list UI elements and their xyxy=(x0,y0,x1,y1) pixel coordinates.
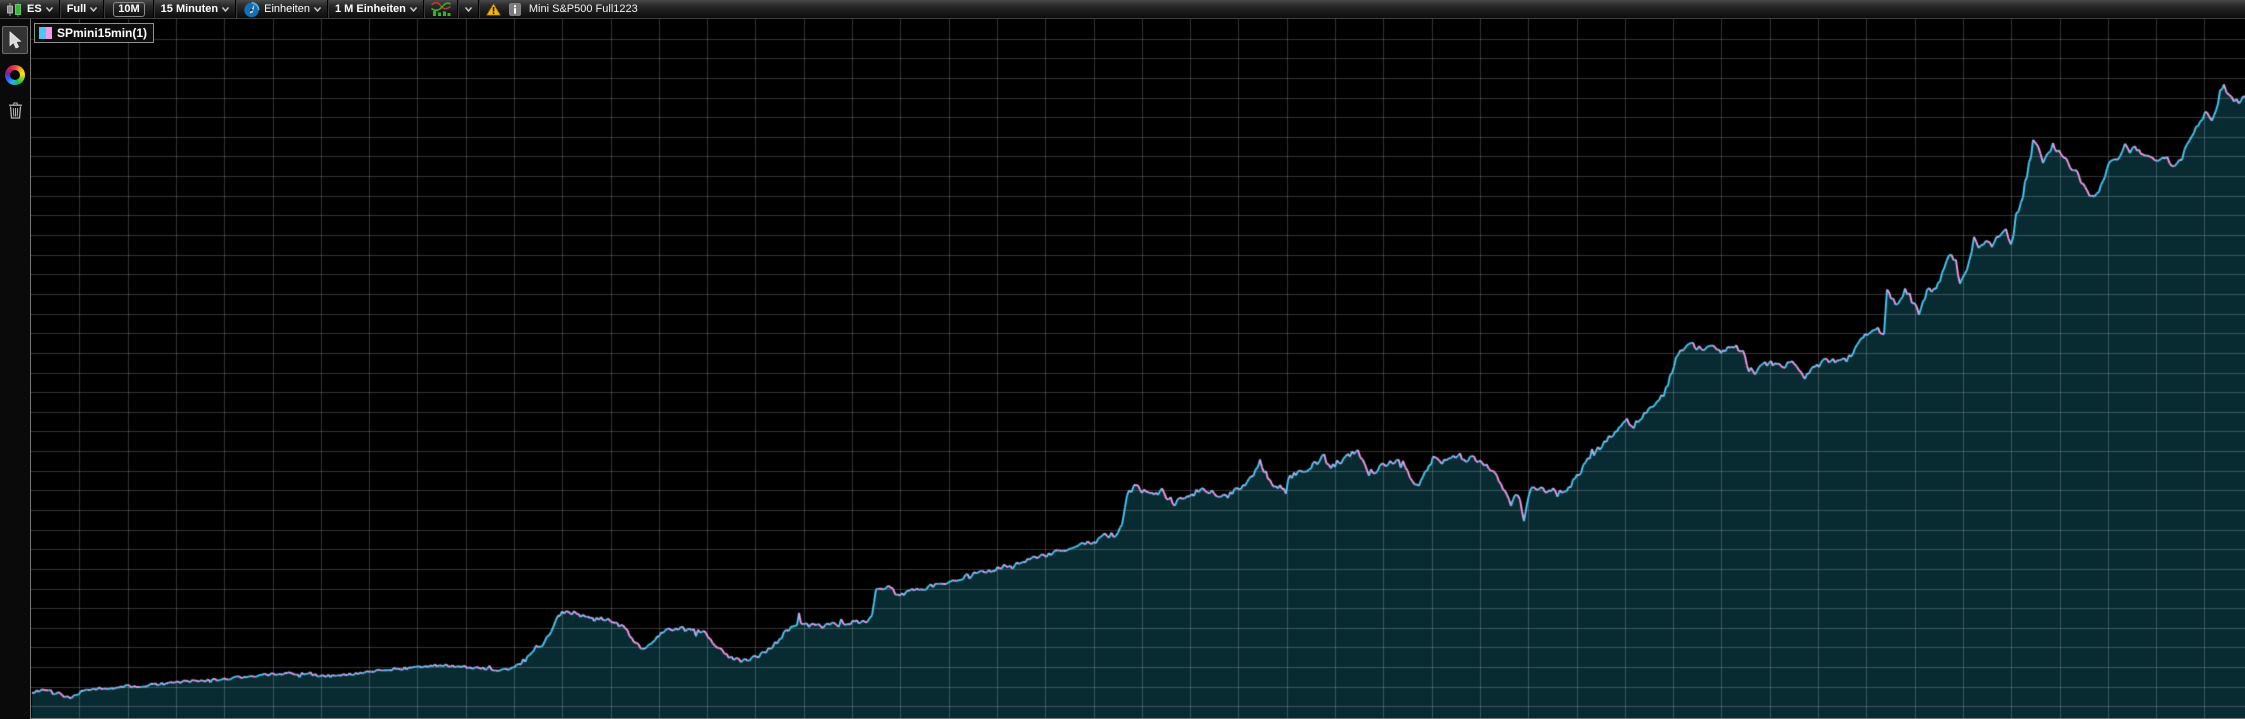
session-label: Full xyxy=(66,3,87,15)
trading-app-window: ES Full 10M 15 Minuten Einheiten 1 M Ein… xyxy=(0,0,2245,719)
pointer-tool-button[interactable] xyxy=(2,26,28,54)
trash-icon xyxy=(8,101,22,119)
symbol-button[interactable]: ES xyxy=(0,0,59,18)
toolbar: ES Full 10M 15 Minuten Einheiten 1 M Ein… xyxy=(0,0,2245,19)
warning-triangle-icon[interactable] xyxy=(485,2,501,16)
chart-window: SPmini15min(1) xyxy=(0,19,2245,719)
chevron-down-icon xyxy=(313,6,321,12)
units-button[interactable]: Einheiten xyxy=(237,0,327,18)
chart-style-dropdown[interactable] xyxy=(459,0,478,18)
series-color-swatch xyxy=(39,27,52,39)
chevron-down-icon xyxy=(45,6,53,12)
volume-units-label: 1 M Einheiten xyxy=(334,3,406,15)
units-label: Einheiten xyxy=(264,3,310,15)
delete-tool-button[interactable] xyxy=(2,96,28,124)
series-label[interactable]: SPmini15min(1) xyxy=(34,23,155,43)
symbol-label: ES xyxy=(27,3,42,15)
chart-style-button[interactable] xyxy=(425,0,457,18)
candlestick-icon xyxy=(6,1,23,17)
instrument-title: Mini S&P500 Full1223 xyxy=(528,3,638,15)
drawing-toolbar xyxy=(0,19,30,719)
color-wheel-tool-button[interactable] xyxy=(2,61,28,89)
chart-style-icon xyxy=(430,1,451,17)
resolution-button[interactable]: 15 Minuten xyxy=(155,0,235,18)
chart-plot-area[interactable]: SPmini15min(1) xyxy=(30,19,2245,719)
range-label: 10M xyxy=(118,3,140,15)
session-button[interactable]: Full xyxy=(61,0,104,18)
pointer-arrow-icon xyxy=(9,31,22,49)
chevron-down-icon xyxy=(90,6,98,12)
chevron-down-icon xyxy=(222,6,230,12)
chevron-down-icon xyxy=(409,6,417,12)
series-label-text: SPmini15min(1) xyxy=(57,26,148,40)
status-group: Mini S&P500 Full1223 xyxy=(480,0,644,18)
resolution-label: 15 Minuten xyxy=(160,3,219,15)
info-icon[interactable] xyxy=(509,2,521,16)
clock-gauge-icon xyxy=(243,1,260,18)
range-button[interactable]: 10M xyxy=(113,1,145,17)
volume-units-button[interactable]: 1 M Einheiten xyxy=(329,0,423,18)
color-wheel-icon xyxy=(5,65,25,85)
price-chart-canvas[interactable] xyxy=(31,19,2245,718)
chevron-down-icon xyxy=(464,6,472,12)
range-button-group: 10M xyxy=(105,0,152,18)
